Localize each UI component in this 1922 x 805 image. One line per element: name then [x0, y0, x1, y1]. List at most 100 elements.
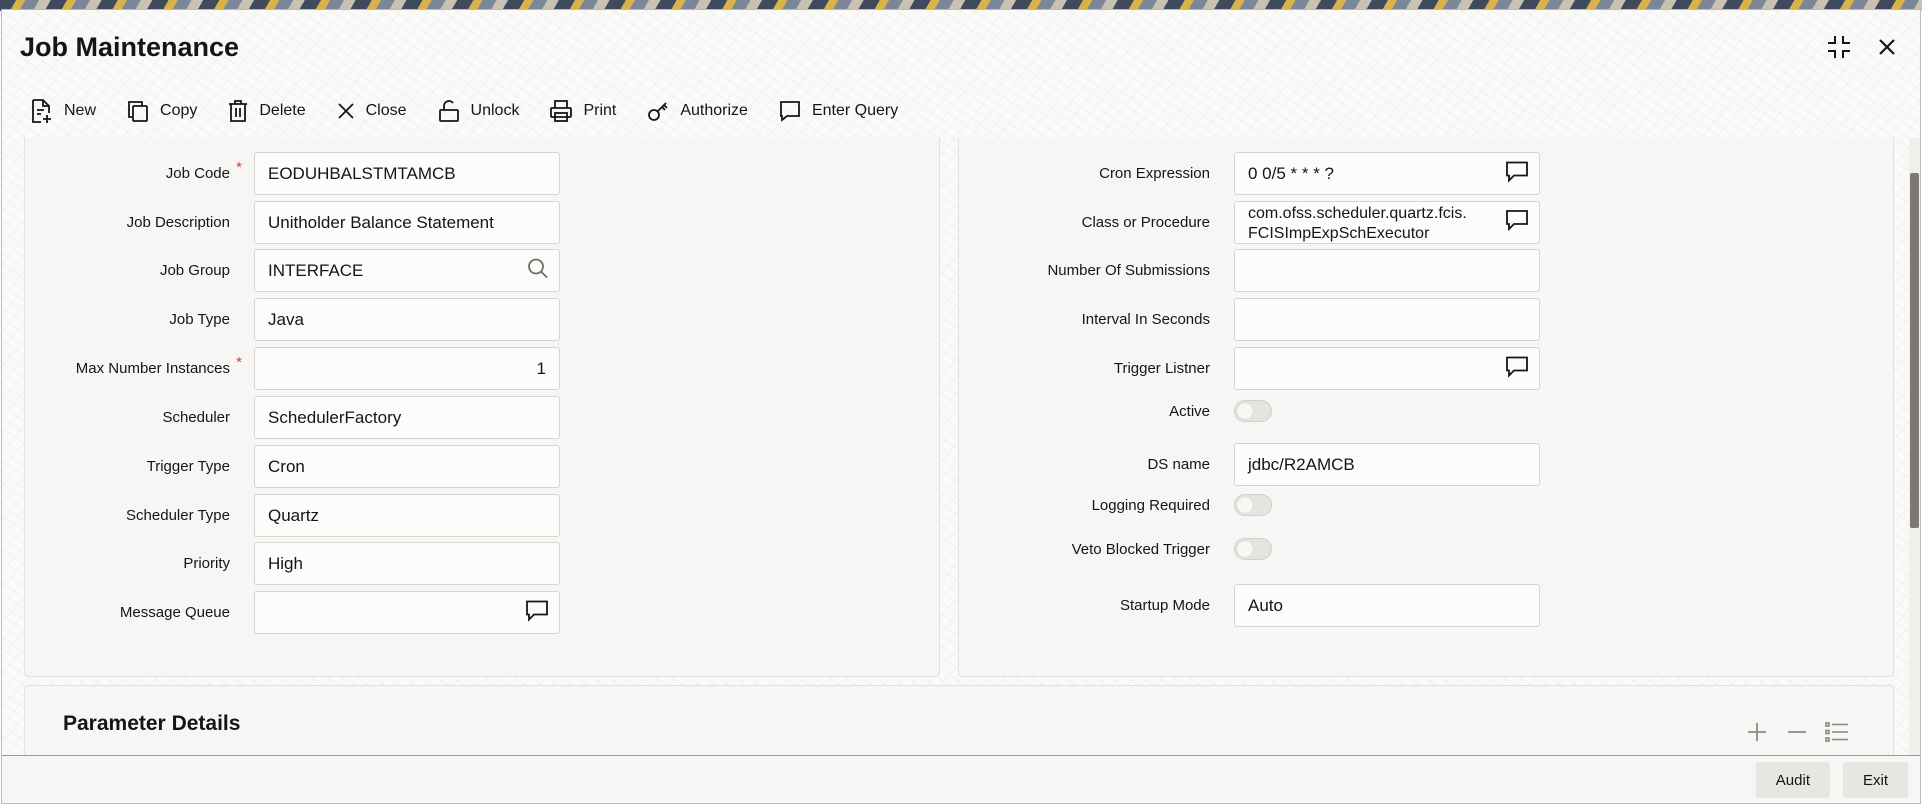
copy-icon [126, 99, 150, 123]
job-type-field[interactable]: Java [254, 298, 560, 341]
close-window-icon[interactable] [1872, 32, 1902, 62]
comment-icon [778, 99, 802, 123]
list-view-icon[interactable] [1825, 720, 1849, 744]
comment-icon[interactable] [1505, 209, 1529, 237]
print-button[interactable]: Print [549, 94, 616, 128]
required-marker: * [236, 354, 242, 371]
add-row-icon[interactable] [1745, 720, 1769, 744]
trigger-type-field[interactable]: Cron [254, 445, 560, 488]
x-icon [336, 101, 356, 121]
max-instances-field[interactable]: 1 [254, 347, 560, 390]
job-group-value: INTERFACE [268, 260, 364, 280]
number-of-submissions-row: Number Of Submissions [959, 249, 1540, 292]
job-description-label: Job Description [126, 214, 230, 231]
interval-in-seconds-row: Interval In Seconds [959, 298, 1540, 341]
startup-mode-field[interactable]: Auto [1234, 584, 1540, 627]
job-group-row: Job Group INTERFACE [25, 249, 560, 292]
job-group-label: Job Group [159, 262, 230, 279]
footer-bar: Audit Exit [2, 755, 1920, 803]
delete-button[interactable]: Delete [227, 94, 306, 128]
trigger-listner-field[interactable] [1234, 347, 1540, 390]
exit-button[interactable]: Exit [1842, 762, 1908, 798]
logging-required-row: Logging Required [959, 494, 1272, 516]
scheduler-type-value: Quartz [268, 505, 320, 525]
trigger-listner-row: Trigger Listner [959, 347, 1540, 390]
class-or-procedure-line2: FCISImpExpSchExecutor [1248, 225, 1430, 242]
close-label: Close [365, 102, 407, 119]
close-button[interactable]: Close [336, 94, 407, 128]
number-of-submissions-label: Number Of Submissions [1047, 262, 1210, 279]
new-document-icon [30, 98, 54, 124]
minimize-icon[interactable] [1824, 32, 1854, 62]
vertical-scrollbar[interactable] [1909, 138, 1920, 758]
parameter-grid-actions [1745, 720, 1849, 744]
comment-icon[interactable] [1505, 160, 1529, 187]
enter-query-button[interactable]: Enter Query [778, 94, 898, 128]
max-instances-label: Max Number Instances [75, 360, 230, 377]
priority-row: Priority High [25, 542, 560, 585]
form-scroll-area: Job Code * EODUHBALSTMTAMCB Job Descript… [22, 138, 1920, 758]
message-queue-field[interactable] [254, 591, 560, 634]
remove-row-icon[interactable] [1785, 720, 1809, 744]
cron-expression-value: 0 0/5 * * * ? [1248, 163, 1335, 183]
parameter-details-panel: Parameter Details [24, 685, 1894, 758]
ds-name-value: jdbc/R2AMCB [1248, 454, 1355, 474]
job-maintenance-window: Job Maintenance New Copy Delete Close Un… [1, 9, 1921, 804]
page-title: Job Maintenance [20, 32, 240, 62]
veto-blocked-trigger-toggle[interactable] [1234, 538, 1272, 560]
job-type-value: Java [268, 309, 304, 329]
scheduler-value: SchedulerFactory [268, 407, 402, 427]
startup-mode-value: Auto [1248, 595, 1283, 615]
copy-button[interactable]: Copy [126, 94, 197, 128]
new-label: New [64, 102, 97, 119]
startup-mode-label: Startup Mode [1119, 597, 1210, 614]
trigger-type-row: Trigger Type Cron [25, 445, 560, 488]
priority-label: Priority [183, 555, 230, 572]
number-of-submissions-field[interactable] [1234, 249, 1540, 292]
comment-icon[interactable] [525, 599, 549, 626]
job-type-label: Job Type [169, 311, 230, 328]
right-form-panel: Cron Expression 0 0/5 * * * ? Class or P… [958, 138, 1894, 677]
startup-mode-row: Startup Mode Auto [959, 584, 1540, 627]
copy-label: Copy [160, 102, 198, 119]
authorize-button[interactable]: Authorize [646, 94, 748, 128]
unlock-button[interactable]: Unlock [437, 94, 519, 128]
active-toggle[interactable] [1234, 400, 1272, 422]
trigger-type-value: Cron [268, 456, 305, 476]
left-form-panel: Job Code * EODUHBALSTMTAMCB Job Descript… [24, 138, 940, 677]
job-description-field[interactable]: Unitholder Balance Statement [254, 201, 560, 244]
comment-icon[interactable] [1505, 355, 1529, 382]
interval-in-seconds-label: Interval In Seconds [1081, 311, 1210, 328]
veto-blocked-trigger-row: Veto Blocked Trigger [959, 538, 1272, 560]
scheduler-type-label: Scheduler Type [126, 507, 230, 524]
job-group-field[interactable]: INTERFACE [254, 249, 560, 292]
scheduler-type-row: Scheduler Type Quartz [25, 494, 560, 537]
search-icon[interactable] [527, 257, 549, 284]
trigger-listner-label: Trigger Listner [1113, 360, 1210, 377]
veto-blocked-trigger-label: Veto Blocked Trigger [1071, 540, 1210, 558]
audit-button[interactable]: Audit [1755, 762, 1830, 798]
logging-required-label: Logging Required [1091, 496, 1210, 514]
active-row: Active [959, 400, 1272, 422]
job-code-label: Job Code [165, 165, 230, 182]
class-or-procedure-field[interactable]: com.ofss.scheduler.quartz.fcis. FCISImpE… [1234, 201, 1540, 244]
ds-name-field[interactable]: jdbc/R2AMCB [1234, 443, 1540, 486]
scrollbar-thumb[interactable] [1910, 173, 1919, 528]
scheduler-label: Scheduler [162, 409, 230, 426]
job-description-row: Job Description Unitholder Balance State… [25, 201, 560, 244]
max-instances-row: Max Number Instances * 1 [25, 347, 560, 390]
enter-query-label: Enter Query [811, 102, 899, 119]
interval-in-seconds-field[interactable] [1234, 298, 1540, 341]
logging-required-toggle[interactable] [1234, 494, 1272, 516]
job-code-field[interactable]: EODUHBALSTMTAMCB [254, 152, 560, 195]
priority-field[interactable]: High [254, 542, 560, 585]
scheduler-type-field[interactable]: Quartz [254, 494, 560, 537]
job-code-row: Job Code * EODUHBALSTMTAMCB [25, 152, 560, 195]
new-button[interactable]: New [30, 94, 96, 128]
class-or-procedure-label: Class or Procedure [1081, 214, 1210, 231]
trigger-type-label: Trigger Type [146, 458, 230, 475]
required-marker: * [236, 159, 242, 176]
cron-expression-field[interactable]: 0 0/5 * * * ? [1234, 152, 1540, 195]
scheduler-field[interactable]: SchedulerFactory [254, 396, 560, 439]
active-label: Active [1169, 402, 1210, 420]
